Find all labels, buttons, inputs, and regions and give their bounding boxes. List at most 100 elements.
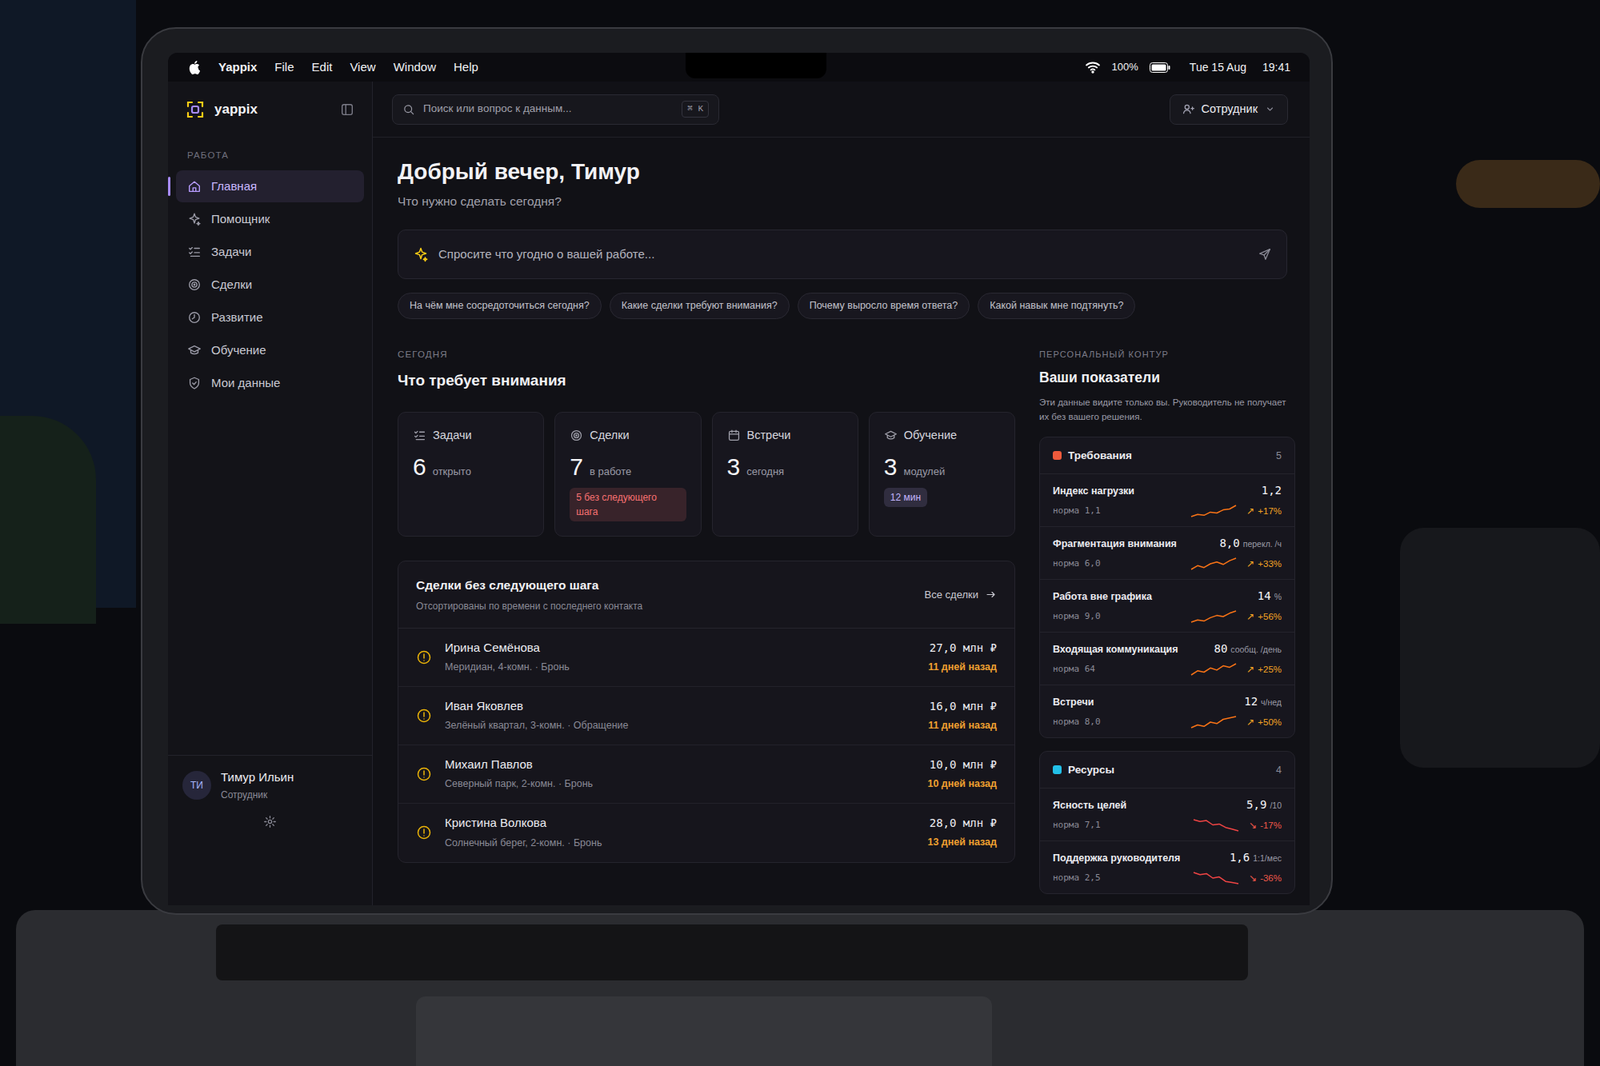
metrics-eyebrow: ПЕРСОНАЛЬНЫЙ КОНТУР: [1039, 348, 1296, 362]
menu-item[interactable]: File: [274, 58, 294, 77]
metric-norm: норма 1,1: [1052, 504, 1101, 519]
stat-card[interactable]: Сделки7в работе5 без следующего шага: [554, 412, 701, 538]
battery-icon: [1149, 62, 1171, 73]
deal-age: 13 дней назад: [927, 835, 997, 851]
metric-row[interactable]: Ясность целей5,9/10норма 7,1↘-17%: [1040, 788, 1295, 841]
change-value: +33%: [1257, 557, 1282, 572]
deal-row[interactable]: Ирина СемёноваМеридиан, 4-комн. · Бронь2…: [398, 628, 1015, 688]
metric-group-header: Ресурсы4: [1040, 752, 1295, 788]
stat-label: Задачи: [432, 427, 472, 445]
metric-norm: норма 8,0: [1052, 716, 1101, 730]
deal-info: Кристина ВолковаСолнечный берег, 2-комн.…: [444, 814, 602, 851]
section-label: РАБОТА: [168, 137, 372, 171]
sidebar: yappix РАБОТАГлавнаяПомощникЗадачи Сделки Р…: [168, 81, 373, 906]
sidebar-label: Сделки: [211, 276, 252, 295]
sidebar-label: Мои данные: [211, 374, 280, 393]
stat-card-header: Обучение: [884, 427, 1000, 445]
trend-arrow: ↗: [1246, 663, 1255, 677]
suggestion-chip[interactable]: На чём мне сосредоточиться сегодня?: [397, 292, 602, 320]
deal-row[interactable]: Иван ЯковлевЗелёный квартал, 3-комн. · О…: [398, 687, 1015, 746]
metric-row[interactable]: Поддержка руководителя1,61:1/меснорма 2,…: [1040, 840, 1295, 894]
deals-subtitle: Отсортированы по времени с последнего ко…: [416, 599, 643, 614]
user-role: Сотрудник: [220, 788, 294, 803]
sparkline: [1192, 818, 1240, 833]
warning-icon: [416, 766, 432, 783]
metric-row[interactable]: Работа вне графика14%норма 9,0↗+56%: [1040, 579, 1295, 632]
group-count: 4: [1276, 763, 1282, 779]
ask-input[interactable]: [438, 245, 1248, 264]
stat-card[interactable]: Обучение3модулей12 мин: [868, 412, 1016, 538]
deal-age: 11 дней назад: [928, 718, 997, 734]
sidebar-item[interactable]: Развитие: [176, 301, 364, 334]
stat-badge: 12 мин: [884, 488, 928, 508]
sidebar-item[interactable]: Мои данные: [176, 367, 364, 400]
sidebar-item[interactable]: Главная: [176, 170, 364, 203]
role-label: Сотрудник: [1201, 100, 1258, 119]
all-deals-link[interactable]: Все сделки: [924, 587, 997, 604]
send-icon[interactable]: [1257, 247, 1272, 262]
suggestion-chip[interactable]: Какой навык мне подтянуть?: [977, 292, 1136, 320]
user-block: ТИТимур ИльинСотрудник: [168, 755, 372, 907]
card-icon: [727, 428, 741, 443]
metric-unit: 1:1/мес: [1252, 852, 1282, 866]
stat-unit: открыто: [432, 464, 472, 480]
metrics-note: Эти данные видите только вы. Руководител…: [1039, 395, 1296, 425]
search-icon: [402, 103, 416, 116]
role-switcher[interactable]: Сотрудник: [1169, 94, 1288, 125]
deal-row[interactable]: Кристина ВолковаСолнечный берег, 2-комн.…: [398, 804, 1015, 863]
trend-arrow: ↗: [1246, 557, 1255, 572]
metric-unit: сообщ. /день: [1230, 644, 1282, 657]
metric-unit: ч/нед: [1260, 696, 1282, 710]
metric-line: норма 1,1↗+17%: [1052, 504, 1282, 519]
stat-value: 6: [412, 453, 427, 480]
metric-change: ↘-17%: [1248, 819, 1282, 833]
metric-row[interactable]: Фрагментация внимания8,0перекл. /чнорма …: [1040, 526, 1295, 580]
sparkline: [1190, 504, 1237, 519]
menu-item[interactable]: Edit: [312, 58, 333, 77]
menu-item[interactable]: Help: [453, 58, 479, 77]
sidebar-item[interactable]: Помощник: [176, 203, 364, 236]
search-box: ⌘ K: [392, 94, 720, 125]
metric-row[interactable]: Встречи12ч/неднорма 8,0↗+50%: [1040, 684, 1295, 738]
metric-line: норма 2,5↘-36%: [1052, 871, 1282, 886]
trend-arrow: ↗: [1246, 504, 1255, 519]
search-input[interactable]: [423, 100, 674, 117]
nav-icon: [187, 343, 202, 358]
user-profile[interactable]: ТИТимур ИльинСотрудник: [182, 768, 358, 804]
metric-row[interactable]: Индекс нагрузки1,2норма 1,1↗+17%: [1040, 473, 1295, 527]
user-info: Тимур ИльинСотрудник: [220, 768, 294, 804]
logo-text: yappix: [214, 99, 258, 120]
metric-row[interactable]: Входящая коммуникация80сообщ. /деньнорма…: [1040, 632, 1295, 685]
sidebar-item[interactable]: Сделки: [176, 268, 364, 301]
deal-age: 10 дней назад: [927, 776, 997, 792]
metric-line: Работа вне графика14%: [1052, 588, 1282, 605]
group-title: Требования: [1068, 448, 1132, 464]
app-body: yappixРАБОТАГлавнаяПомощникЗадачиСделкиР…: [168, 81, 1310, 906]
app-menu[interactable]: Yappix: [218, 58, 257, 77]
sparkline-line: [1193, 872, 1239, 884]
stat-card[interactable]: Встречи3сегодня: [712, 412, 859, 538]
metric-name: Фрагментация внимания: [1052, 536, 1177, 552]
menu-item[interactable]: Window: [393, 58, 436, 77]
sparkline: [1190, 715, 1237, 730]
metric-change: ↗+50%: [1246, 716, 1282, 730]
deal-row[interactable]: Михаил ПавловСеверный парк, 2-комн. · Бр…: [398, 745, 1015, 804]
sidebar-item[interactable]: Обучение: [176, 334, 364, 367]
gear-icon[interactable]: [182, 815, 358, 829]
metric-value: 80: [1213, 640, 1228, 658]
menu-item[interactable]: View: [349, 58, 376, 77]
change-value: +25%: [1257, 663, 1282, 677]
suggestion-chip[interactable]: Какие сделки требуют внимания?: [609, 292, 790, 320]
sidebar-item[interactable]: Задачи: [176, 236, 364, 268]
sparkline: [1190, 662, 1237, 677]
today-column: СЕГОДНЯЧто требует вниманияЗадачи6открыт…: [397, 348, 1016, 896]
sparkline: [1190, 609, 1237, 624]
stat-card[interactable]: Задачи 6 открыто: [397, 412, 544, 538]
metric-line: Индекс нагрузки1,2: [1052, 482, 1282, 500]
collapse-icon[interactable]: [340, 102, 355, 117]
suggestion-chip[interactable]: Почему выросло время ответа?: [797, 292, 971, 320]
metric-norm: норма 9,0: [1052, 610, 1101, 624]
metric-value-wrap: 1,2: [1261, 482, 1282, 500]
metric-line: норма 8,0 ↗+50%: [1052, 715, 1282, 730]
deal-name: Иван Яковлев: [444, 697, 629, 716]
